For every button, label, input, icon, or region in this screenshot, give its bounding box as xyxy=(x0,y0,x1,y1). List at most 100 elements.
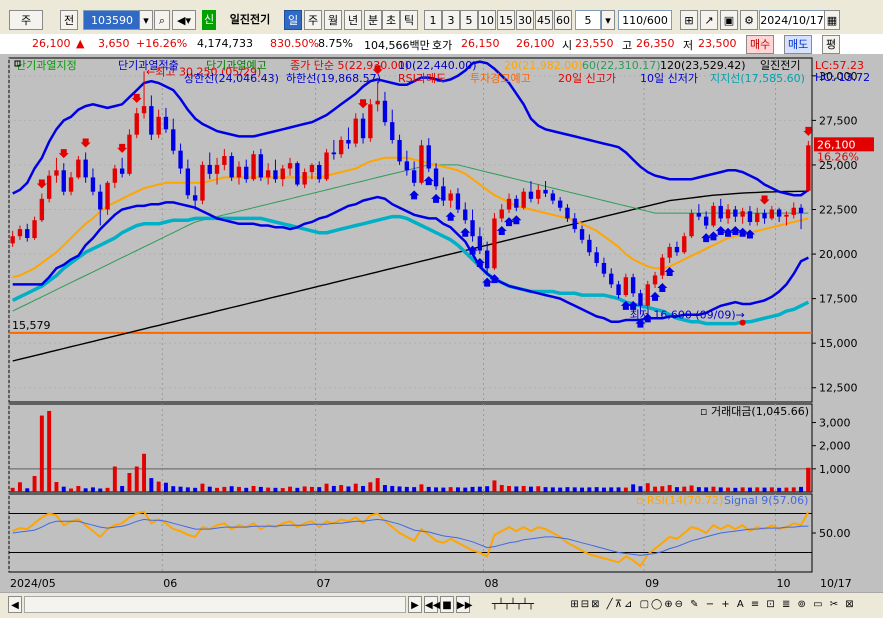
x-tick-label: 10 xyxy=(777,577,791,590)
candle-body xyxy=(76,159,81,178)
volume-bar xyxy=(419,484,424,492)
interval-button-5[interactable]: 5 xyxy=(460,10,478,30)
volume-bar xyxy=(258,486,263,492)
volume-bar xyxy=(361,485,366,492)
calendar-icon[interactable]: ▦ xyxy=(824,10,840,30)
volume-bar xyxy=(682,486,687,492)
volume-bar xyxy=(266,487,271,492)
date-input[interactable]: 2024/10/17 xyxy=(759,10,825,30)
candle-body xyxy=(441,186,446,201)
candle-body xyxy=(251,154,256,180)
legend-item: 10(22,440.00) xyxy=(398,59,477,72)
interval-input[interactable]: 5 xyxy=(575,10,601,30)
candle-body xyxy=(514,198,519,208)
ruler-icon[interactable]: ┬┴┬┴┬┴┬ xyxy=(478,596,548,613)
period-tab-3[interactable]: 년 xyxy=(344,10,362,30)
interval-button-30[interactable]: 30 xyxy=(516,10,534,30)
split-icon[interactable]: ⊞ xyxy=(680,10,698,30)
volume-bar xyxy=(645,483,650,492)
volume-bar xyxy=(397,486,402,492)
period-tab-4[interactable]: 분 xyxy=(364,10,382,30)
candle-body xyxy=(17,229,23,237)
candle-body xyxy=(273,170,278,180)
count-input[interactable]: 110/600 xyxy=(618,10,672,30)
candle-body xyxy=(10,236,15,244)
scroll-track[interactable] xyxy=(24,596,406,613)
candle-body xyxy=(609,273,614,285)
candle-body xyxy=(630,277,636,294)
market-select[interactable]: 주 xyxy=(9,10,43,30)
interval-button-15[interactable]: 15 xyxy=(497,10,515,30)
volume-bar xyxy=(200,483,205,492)
candle-body xyxy=(156,116,161,135)
period-tab-1[interactable]: 주 xyxy=(304,10,322,30)
candle-body xyxy=(543,189,548,194)
volume-bar xyxy=(434,487,439,492)
period-tab-6[interactable]: 틱 xyxy=(400,10,418,30)
forward-icon[interactable]: ▶▶ xyxy=(456,596,472,613)
speaker-icon[interactable]: ◀▾ xyxy=(172,10,196,30)
interval-button-45[interactable]: 45 xyxy=(535,10,553,30)
trend-icon[interactable]: ↗ xyxy=(700,10,718,30)
volume-bar xyxy=(61,486,66,492)
volume-bar xyxy=(696,487,701,492)
eval-button[interactable]: 평 xyxy=(822,35,841,54)
code-input[interactable]: 103590 xyxy=(83,10,141,30)
candle-body xyxy=(200,164,205,201)
period-tab-5[interactable]: 초 xyxy=(382,10,400,30)
code-dropdown-icon[interactable]: ▾ xyxy=(139,10,153,30)
sell-button[interactable]: 매도 xyxy=(784,35,813,54)
play-icon[interactable]: ▶ xyxy=(408,596,422,613)
right-date-label: 10/17 xyxy=(820,577,852,590)
candle-body xyxy=(660,257,665,276)
candle-body xyxy=(638,293,643,306)
volume-bar xyxy=(149,478,154,492)
period-tab-0[interactable]: 일 xyxy=(284,10,302,30)
candle-body xyxy=(448,193,453,201)
candle-body xyxy=(718,205,723,219)
volume-bar xyxy=(507,485,512,492)
volume-bar xyxy=(288,486,293,492)
volume-bar xyxy=(222,486,227,492)
interval-button-1[interactable]: 1 xyxy=(424,10,442,30)
candle-body xyxy=(528,191,534,199)
buy-button[interactable]: 매수 xyxy=(746,35,775,54)
interval-button-60[interactable]: 60 xyxy=(554,10,572,30)
volume-bar xyxy=(601,487,606,492)
stock-name: 일진전기 xyxy=(218,10,282,30)
candle-body xyxy=(61,170,66,192)
rewind-icon[interactable]: ◀◀ xyxy=(424,596,440,613)
legend-item: 20일 신고가 xyxy=(558,71,616,85)
volume-bar xyxy=(302,486,307,492)
low-marker xyxy=(739,319,746,326)
volume-bar xyxy=(455,487,460,492)
tool-icons[interactable]: ⊞⊟⊠ ╱⊼⊿ ▢◯⊕⊖ ✎ − + A ≡ ⊡ ≣ ⊚ ▭ ✂ ⊠ xyxy=(552,596,874,613)
interval-button-3[interactable]: 3 xyxy=(442,10,460,30)
candle-body xyxy=(214,164,220,174)
volume-bar xyxy=(711,486,716,492)
gear-icon[interactable]: ⚙ xyxy=(740,10,758,30)
volume-bar xyxy=(47,410,52,492)
volume-bar xyxy=(609,487,614,492)
interval-button-10[interactable]: 10 xyxy=(478,10,496,30)
scroll-left-icon[interactable]: ◀ xyxy=(8,596,22,613)
candle-body xyxy=(550,193,556,201)
candle-body xyxy=(725,209,731,219)
volume-title: ▫ 거래대금(1,045.66) xyxy=(700,405,809,418)
period-tab-2[interactable]: 월 xyxy=(324,10,342,30)
interval-dropdown-icon[interactable]: ▾ xyxy=(601,10,615,30)
search-icon[interactable]: ⌕ xyxy=(154,10,170,30)
hc-label: HC:-13.72 xyxy=(815,71,870,84)
volume-bar xyxy=(229,486,234,492)
candle-body xyxy=(426,145,431,169)
y-tick-label: 15,000 xyxy=(819,337,858,350)
y-tick-label: 17,500 xyxy=(819,293,858,306)
stock-chart[interactable]: 12,50015,00017,50020,00022,50025,00027,5… xyxy=(0,54,883,592)
y-tick-label: 20,000 xyxy=(819,248,858,261)
type-select[interactable]: 전 xyxy=(60,10,78,30)
volume-bar xyxy=(638,486,643,492)
save-icon[interactable]: ▣ xyxy=(720,10,738,30)
candle-body xyxy=(557,200,563,208)
volume-bar xyxy=(120,485,125,492)
stop-icon[interactable]: ■ xyxy=(440,596,454,613)
